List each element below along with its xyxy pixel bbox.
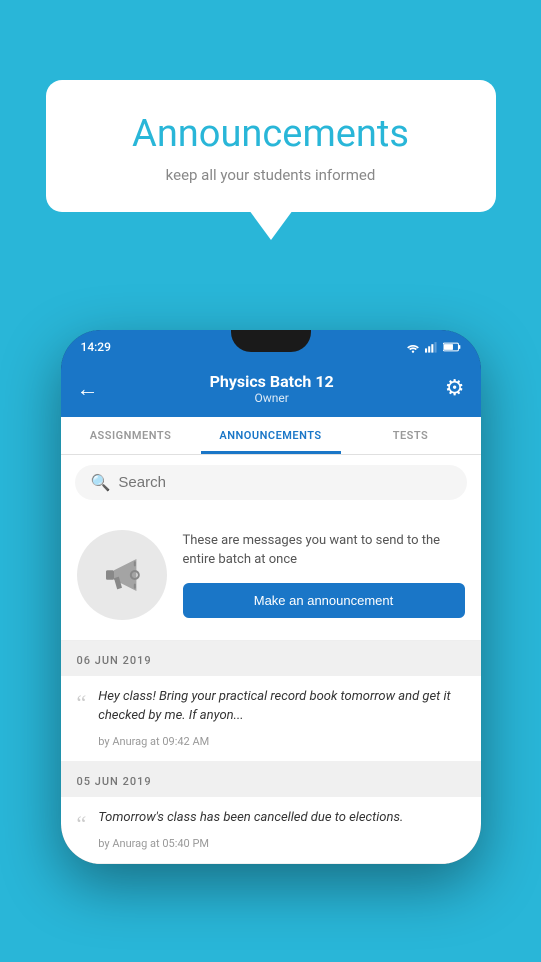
tab-announcements[interactable]: ANNOUNCEMENTS <box>201 417 341 454</box>
status-icons <box>405 341 461 353</box>
search-input[interactable] <box>118 474 450 491</box>
search-icon: 🔍 <box>91 473 111 492</box>
battery-icon <box>443 341 461 353</box>
app-header: ← Physics Batch 12 Owner ⚙ <box>61 362 481 417</box>
date-section-2: 05 JUN 2019 <box>61 762 481 797</box>
top-section: Announcements keep all your students inf… <box>0 0 541 212</box>
batch-name: Physics Batch 12 <box>210 372 334 391</box>
announcement-byline-2: by Anurag at 05:40 PM <box>98 837 209 850</box>
signal-icon <box>425 341 439 353</box>
search-bar: 🔍 <box>75 465 467 500</box>
promo-content: These are messages you want to send to t… <box>183 532 465 617</box>
announcement-text-1: Hey class! Bring your practical record b… <box>98 688 464 749</box>
quote-icon-1: “ <box>77 690 87 716</box>
tab-assignments[interactable]: ASSIGNMENTS <box>61 417 201 454</box>
tabs-bar: ASSIGNMENTS ANNOUNCEMENTS TESTS <box>61 417 481 455</box>
speech-bubble: Announcements keep all your students inf… <box>46 80 496 212</box>
announcement-byline-1: by Anurag at 09:42 AM <box>98 735 209 748</box>
announcements-subtitle: keep all your students informed <box>86 166 456 184</box>
announcements-title: Announcements <box>86 112 456 156</box>
phone-body: 14:29 <box>61 330 481 864</box>
promo-description: These are messages you want to send to t… <box>183 532 465 568</box>
owner-label: Owner <box>210 391 334 405</box>
make-announcement-button[interactable]: Make an announcement <box>183 583 465 618</box>
phone-mockup: 14:29 <box>61 330 481 864</box>
date-label-2: 05 JUN 2019 <box>77 775 152 788</box>
announcement-item-1[interactable]: “ Hey class! Bring your practical record… <box>61 676 481 762</box>
settings-icon[interactable]: ⚙ <box>445 376 465 401</box>
back-icon[interactable]: ← <box>77 376 99 402</box>
phone-notch <box>231 330 311 352</box>
status-time: 14:29 <box>81 340 111 354</box>
promo-icon-circle <box>77 530 167 620</box>
announcement-text-2: Tomorrow's class has been cancelled due … <box>98 809 464 851</box>
wifi-icon <box>405 341 421 353</box>
tab-tests[interactable]: TESTS <box>341 417 481 454</box>
date-label-1: 06 JUN 2019 <box>77 654 152 667</box>
announcement-promo: These are messages you want to send to t… <box>61 510 481 641</box>
quote-icon-2: “ <box>77 811 87 837</box>
header-title-section: Physics Batch 12 Owner <box>210 372 334 405</box>
announcement-item-2[interactable]: “ Tomorrow's class has been cancelled du… <box>61 797 481 864</box>
megaphone-icon <box>98 551 146 599</box>
announcement-message-1: Hey class! Bring your practical record b… <box>98 688 464 726</box>
announcement-message-2: Tomorrow's class has been cancelled due … <box>98 809 464 828</box>
date-section-1: 06 JUN 2019 <box>61 641 481 676</box>
search-container: 🔍 <box>61 455 481 510</box>
